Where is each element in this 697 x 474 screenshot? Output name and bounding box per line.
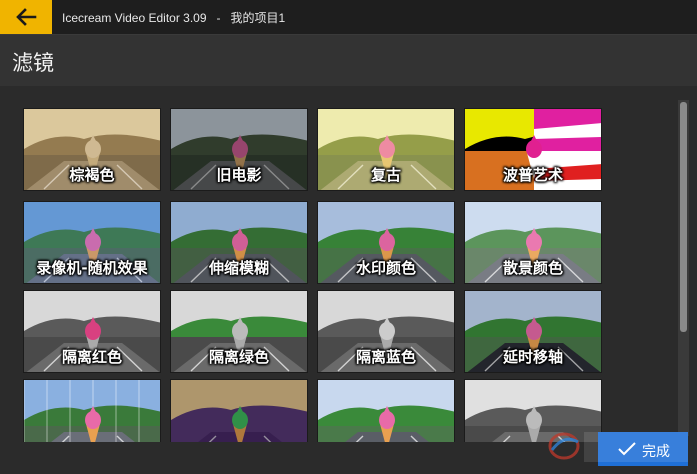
filter-tile-tiltshift[interactable]: 延时移轴: [464, 290, 602, 373]
filter-preview-image: [318, 380, 454, 442]
filter-tile-mosaic[interactable]: [23, 379, 161, 442]
title-bar: Icecream Video Editor 3.09 - 我的项目1: [0, 0, 697, 34]
filter-preview-image: [171, 380, 307, 442]
window-title: Icecream Video Editor 3.09 - 我的项目1: [62, 11, 286, 25]
filter-label: 隔离蓝色: [355, 348, 416, 366]
filter-tile-isogreen[interactable]: 隔离绿色: [170, 290, 308, 373]
filter-preview-image: [24, 380, 160, 442]
filter-tile-watercolor[interactable]: 水印颜色: [317, 201, 455, 284]
filter-label: 延时移轴: [502, 348, 563, 366]
back-button[interactable]: [0, 0, 52, 34]
watermark-logo: [548, 432, 688, 462]
filter-label: 复古: [370, 166, 401, 184]
filter-tile-normal[interactable]: [317, 379, 455, 442]
filter-label: 隔离红色: [61, 348, 122, 366]
filter-tile-vhs[interactable]: 录像机-随机效果: [23, 201, 161, 284]
filter-tile-blur[interactable]: 伸缩模糊: [170, 201, 308, 284]
scrollbar-thumb[interactable]: [680, 102, 687, 332]
filter-label: 隔离绿色: [208, 348, 269, 366]
filter-tile-bokeh[interactable]: 散景颜色: [464, 201, 602, 284]
filter-grid: 棕褐色 旧电影 复古 波普艺术录像机-随机效果 伸缩模糊 水印颜色 散景颜色隔离红色 隔离绿色…: [20, 106, 605, 442]
filter-tile-vignette[interactable]: [170, 379, 308, 442]
filter-label: 波普艺术: [502, 166, 563, 184]
page-header: 滤镜: [0, 34, 697, 86]
filter-tile-popart[interactable]: 波普艺术: [464, 108, 602, 191]
vertical-scrollbar[interactable]: [678, 100, 689, 436]
filter-label: 棕褐色: [69, 166, 115, 184]
filter-tile-sepia[interactable]: 棕褐色: [23, 108, 161, 191]
arrow-left-icon: [16, 8, 37, 26]
filter-tile-isored[interactable]: 隔离红色: [23, 290, 161, 373]
filter-label: 散景颜色: [502, 259, 563, 277]
filter-label: 旧电影: [216, 166, 262, 184]
filter-label: 水印颜色: [355, 259, 416, 277]
filter-label: 伸缩模糊: [208, 259, 269, 277]
filter-panel: 棕褐色 旧电影 复古 波普艺术录像机-随机效果 伸缩模糊 水印颜色 散景颜色隔离红色 隔离绿色…: [0, 86, 697, 474]
page-title: 滤镜: [12, 51, 54, 75]
filter-tile-isoblue[interactable]: 隔离蓝色: [317, 290, 455, 373]
filter-tile-oldfilm[interactable]: 旧电影: [170, 108, 308, 191]
filter-label: 录像机-随机效果: [36, 259, 148, 277]
filter-tile-retro[interactable]: 复古: [317, 108, 455, 191]
